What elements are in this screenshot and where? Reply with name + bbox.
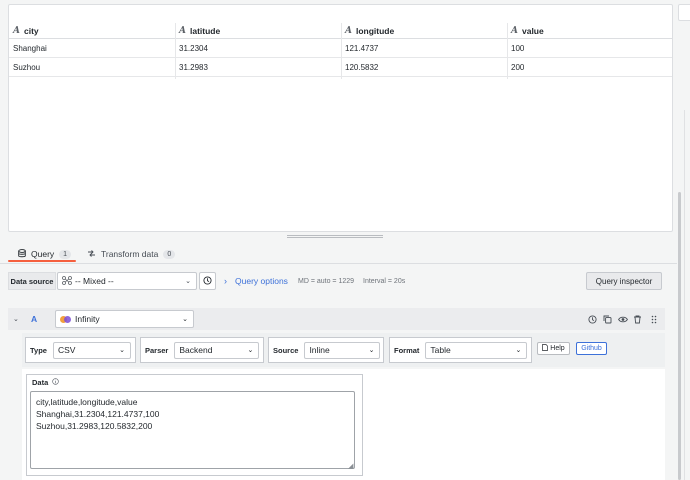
column-divider	[507, 23, 508, 79]
table-cell: Shanghai	[13, 43, 47, 53]
query-history-icon[interactable]	[588, 312, 597, 326]
database-icon	[18, 248, 26, 260]
delete-query-icon[interactable]	[633, 312, 642, 326]
duplicate-query-icon[interactable]	[603, 312, 612, 326]
github-button[interactable]: Github	[576, 342, 607, 355]
query-tabs: Query 1 Transform data 0	[0, 244, 677, 264]
column-divider	[175, 23, 176, 79]
column-header-latitude[interactable]: A latitude	[179, 23, 220, 38]
chevron-down-icon: ⌄	[368, 347, 375, 354]
chevron-down-icon: ⌄	[182, 316, 188, 323]
collapse-chevron-icon[interactable]: ⌄	[13, 312, 19, 326]
column-header-longitude[interactable]: A longitude	[345, 23, 394, 38]
table-cell: 31.2983	[179, 62, 208, 72]
table-cell: 120.5832	[345, 62, 379, 72]
string-type-icon: A	[345, 25, 352, 36]
chevron-right-icon[interactable]: ›	[224, 273, 227, 289]
textarea-resize-grip-icon[interactable]: ◢	[348, 462, 353, 470]
interval-info: Interval = 20s	[363, 277, 406, 285]
tab-transform-data[interactable]: Transform data 0	[87, 244, 176, 264]
max-data-points-info: MD = auto = 1229	[298, 277, 355, 285]
column-header-value[interactable]: A value	[511, 23, 544, 38]
tab-count-badge: 0	[163, 249, 176, 259]
data-label: Data	[32, 378, 60, 387]
table-cell: 200	[511, 62, 525, 72]
pane-resize-handle[interactable]	[287, 235, 383, 238]
table-cell: 121.4737	[345, 43, 379, 53]
inline-data-textarea[interactable]: city,latitude,longitude,value Shanghai,3…	[30, 391, 355, 469]
string-type-icon: A	[179, 25, 186, 36]
query-ref-id[interactable]: A	[31, 312, 37, 326]
parser-field: Parser Backend ⌄	[140, 337, 264, 363]
table-panel: A city A latitude A longitude A value Sh…	[8, 4, 673, 232]
chevron-down-icon: ⌄	[119, 347, 125, 354]
tab-count-badge: 1	[59, 249, 72, 259]
query-history-button[interactable]	[199, 272, 216, 290]
table-cell: Suzhou	[13, 62, 41, 72]
table-cell: 31.2304	[179, 43, 208, 53]
data-source-select[interactable]: -- Mixed -- ⌄	[57, 272, 197, 290]
format-field: Format Table ⌄	[389, 337, 532, 363]
infinity-logo-icon	[60, 315, 71, 323]
source-field: Source Inline ⌄	[268, 337, 384, 363]
type-select[interactable]: CSV ⌄	[52, 341, 131, 359]
history-icon	[203, 275, 212, 287]
source-select[interactable]: Inline ⌄	[304, 341, 381, 359]
parser-select[interactable]: Backend ⌄	[174, 341, 260, 359]
table-cell: 100	[511, 43, 525, 53]
transform-icon	[87, 249, 96, 260]
column-divider	[341, 23, 342, 79]
info-icon[interactable]	[52, 378, 60, 387]
eye-icon[interactable]	[618, 312, 628, 326]
document-icon	[542, 344, 549, 353]
column-header-city[interactable]: A city	[13, 23, 39, 38]
type-field: Type CSV ⌄	[25, 337, 136, 363]
side-panel-edge	[678, 4, 690, 21]
string-type-icon: A	[511, 25, 518, 36]
active-tab-indicator	[8, 260, 76, 262]
scrollbar-thumb[interactable]	[678, 192, 681, 480]
chevron-down-icon: ⌄	[247, 347, 254, 354]
chevron-down-icon: ⌄	[185, 278, 191, 285]
query-datasource-select[interactable]: Infinity ⌄	[55, 310, 194, 328]
help-button[interactable]: Help	[537, 342, 570, 355]
format-select[interactable]: Table ⌄	[425, 341, 528, 359]
query-inspector-button[interactable]: Query inspector	[586, 272, 662, 290]
string-type-icon: A	[13, 25, 20, 36]
panel-divider	[684, 110, 685, 480]
data-source-label: Data source	[8, 272, 56, 290]
mixed-datasource-icon	[62, 275, 72, 287]
chevron-down-icon: ⌄	[515, 347, 522, 354]
query-options-toggle[interactable]: Query options	[235, 273, 288, 289]
drag-handle-icon[interactable]	[651, 312, 657, 326]
